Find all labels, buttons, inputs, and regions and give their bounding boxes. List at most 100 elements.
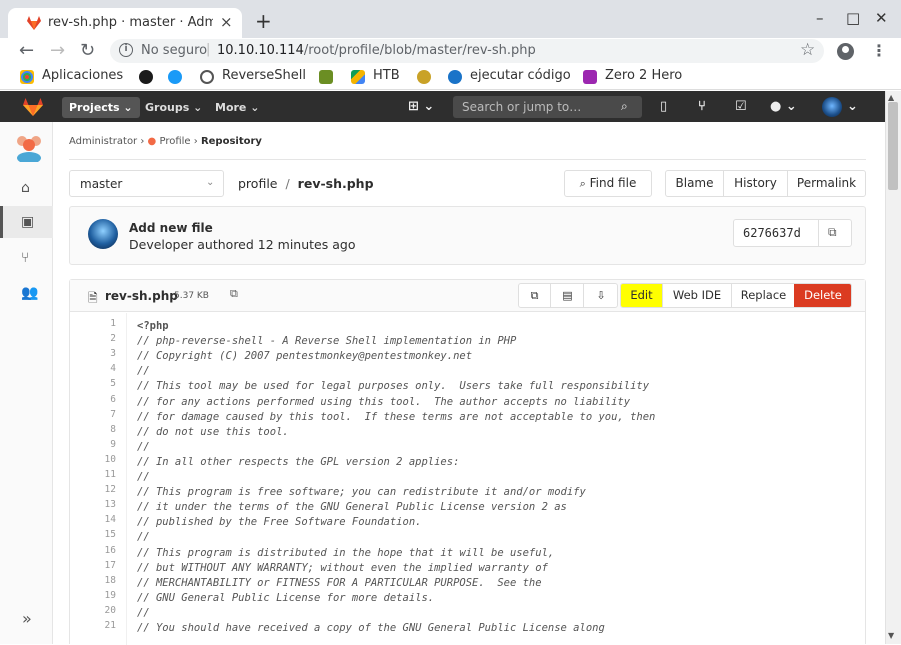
code-line: // but WITHOUT ANY WARRANTY; without eve… (137, 561, 548, 574)
line-number[interactable]: 18 (105, 575, 116, 586)
new-item-icon[interactable]: ⊞ ⌄ (408, 99, 434, 114)
path-root-link[interactable]: profile (238, 176, 277, 191)
line-number[interactable]: 4 (110, 363, 116, 374)
permalink-button[interactable]: Permalink (788, 171, 865, 196)
telegram-icon[interactable] (168, 70, 182, 84)
bookmark-zero2hero[interactable]: Zero 2 Hero (605, 68, 682, 83)
chevron-down-icon[interactable]: ⌄ (847, 99, 858, 114)
commit-author-avatar[interactable] (88, 219, 118, 249)
breadcrumb-administrator[interactable]: Administrator (69, 136, 137, 147)
browser-tab[interactable]: rev-sh.php · master · Adm × (8, 8, 242, 38)
history-button[interactable]: History (724, 171, 788, 196)
reload-icon[interactable]: ↻ (80, 40, 95, 61)
bookmarks-bar: Aplicaciones ReverseShell HTB ejecutar c… (0, 64, 901, 90)
sidebar-item-repository[interactable]: ▣ (0, 206, 53, 238)
copy-path-icon[interactable]: ⧉ (230, 287, 238, 301)
gitlab-logo-icon[interactable] (22, 97, 44, 117)
user-avatar[interactable] (822, 97, 842, 117)
forward-icon[interactable]: → (50, 40, 65, 61)
search-input[interactable]: Search or jump to… ⌕ (453, 96, 642, 118)
line-number[interactable]: 16 (105, 545, 116, 556)
replace-button[interactable]: Replace (732, 284, 795, 307)
sidebar-item-members[interactable]: 👥 (0, 277, 53, 309)
minimize-button[interactable]: – (816, 9, 824, 27)
path-separator: / (285, 176, 290, 191)
todos-icon[interactable]: ☑ (735, 99, 747, 114)
sidebar-item-merge-requests[interactable]: ⑂ (0, 242, 53, 274)
merge-requests-icon[interactable]: ⑂ (698, 99, 706, 114)
line-number[interactable]: 3 (110, 348, 116, 359)
bookmark-star-icon[interactable]: ☆ (800, 40, 815, 60)
commit-title[interactable]: Add new file (129, 221, 213, 235)
line-number[interactable]: 6 (110, 394, 116, 405)
scroll-thumb[interactable] (888, 102, 898, 190)
breadcrumb: Administrator › ● Profile › Repository (69, 136, 262, 147)
project-sidebar: ⌂ ▣ ⑂ 👥 (0, 122, 53, 644)
back-icon[interactable]: ← (19, 40, 34, 61)
bookmark-apps[interactable]: Aplicaciones (42, 68, 123, 83)
ironman-icon[interactable] (417, 70, 431, 84)
web-ide-button[interactable]: Web IDE (663, 284, 732, 307)
line-number[interactable]: 20 (105, 605, 116, 616)
profile-icon[interactable] (837, 43, 854, 60)
browser-toolbar: ← → ↻ i No seguro | 10.10.10.114/root/pr… (0, 38, 901, 64)
edit-button[interactable]: Edit (621, 284, 663, 307)
line-number[interactable]: 15 (105, 529, 116, 540)
branch-select[interactable]: master ⌄ (69, 170, 224, 197)
line-number[interactable]: 5 (110, 378, 116, 389)
nav-groups[interactable]: Groups ⌄ (138, 97, 209, 118)
project-avatar[interactable] (12, 132, 46, 162)
raw-file-icon[interactable]: ▤ (552, 284, 584, 307)
line-number[interactable]: 14 (105, 514, 116, 525)
line-number[interactable]: 11 (105, 469, 116, 480)
line-number[interactable]: 13 (105, 499, 116, 510)
line-number[interactable]: 8 (110, 424, 116, 435)
scroll-up-icon[interactable]: ▲ (888, 93, 894, 102)
collapse-sidebar-icon[interactable]: » (22, 609, 32, 628)
info-icon[interactable]: i (119, 43, 133, 57)
breadcrumb-repository[interactable]: Repository (201, 136, 262, 147)
address-bar[interactable]: i No seguro | 10.10.10.114/root/profile/… (110, 39, 824, 63)
copy-contents-icon[interactable]: ⧉ (519, 284, 551, 307)
bookmark-icon[interactable] (319, 70, 333, 84)
browser-menu-icon[interactable]: ⋮ (871, 41, 887, 60)
line-number[interactable]: 9 (110, 439, 116, 450)
close-window-button[interactable]: ✕ (875, 9, 888, 27)
download-icon[interactable]: ⇩ (585, 284, 617, 307)
line-number[interactable]: 12 (105, 484, 116, 495)
line-number[interactable]: 2 (110, 333, 116, 344)
breadcrumb-separator: › (193, 136, 201, 147)
tab-close-icon[interactable]: × (220, 13, 233, 31)
divider (818, 220, 819, 246)
delete-button[interactable]: Delete (794, 284, 851, 307)
bookmark-reverseshell[interactable]: ReverseShell (222, 68, 306, 83)
commit-sha[interactable]: 6276637d (743, 226, 801, 240)
nav-more[interactable]: More ⌄ (208, 97, 266, 118)
nav-projects[interactable]: Projects ⌄ (62, 97, 140, 118)
last-commit-box: Add new file Developer authored 12 minut… (69, 206, 866, 265)
bookmark-ext-icon[interactable] (139, 70, 153, 84)
code-line: // MERCHANTABILITY or FITNESS FOR A PART… (137, 576, 542, 589)
maximize-button[interactable]: □ (846, 9, 860, 27)
blame-button[interactable]: Blame (666, 171, 724, 196)
line-number[interactable]: 21 (105, 620, 116, 631)
scroll-down-icon[interactable]: ▼ (888, 631, 894, 640)
document-icon: ▣ (21, 214, 35, 230)
drive-icon (351, 70, 365, 84)
bookmark-htb[interactable]: HTB (373, 68, 400, 83)
copy-sha-icon[interactable]: ⧉ (828, 225, 837, 240)
line-number[interactable]: 17 (105, 560, 116, 571)
breadcrumb-profile[interactable]: Profile (159, 136, 190, 147)
line-number[interactable]: 10 (105, 454, 116, 465)
line-number[interactable]: 1 (110, 318, 116, 329)
find-file-button[interactable]: ⌕ Find file (564, 170, 652, 197)
line-number[interactable]: 19 (105, 590, 116, 601)
branch-value: master (80, 177, 123, 191)
code-line: // for damage caused by this tool. If th… (137, 410, 656, 423)
bookmark-ejecutar-codigo[interactable]: ejecutar código (470, 68, 571, 83)
sidebar-item-project[interactable]: ⌂ (0, 172, 53, 204)
new-tab-button[interactable]: + (255, 9, 272, 33)
line-number[interactable]: 7 (110, 409, 116, 420)
issues-icon[interactable]: ▯ (660, 99, 667, 114)
help-icon[interactable]: ● ⌄ (770, 99, 797, 114)
